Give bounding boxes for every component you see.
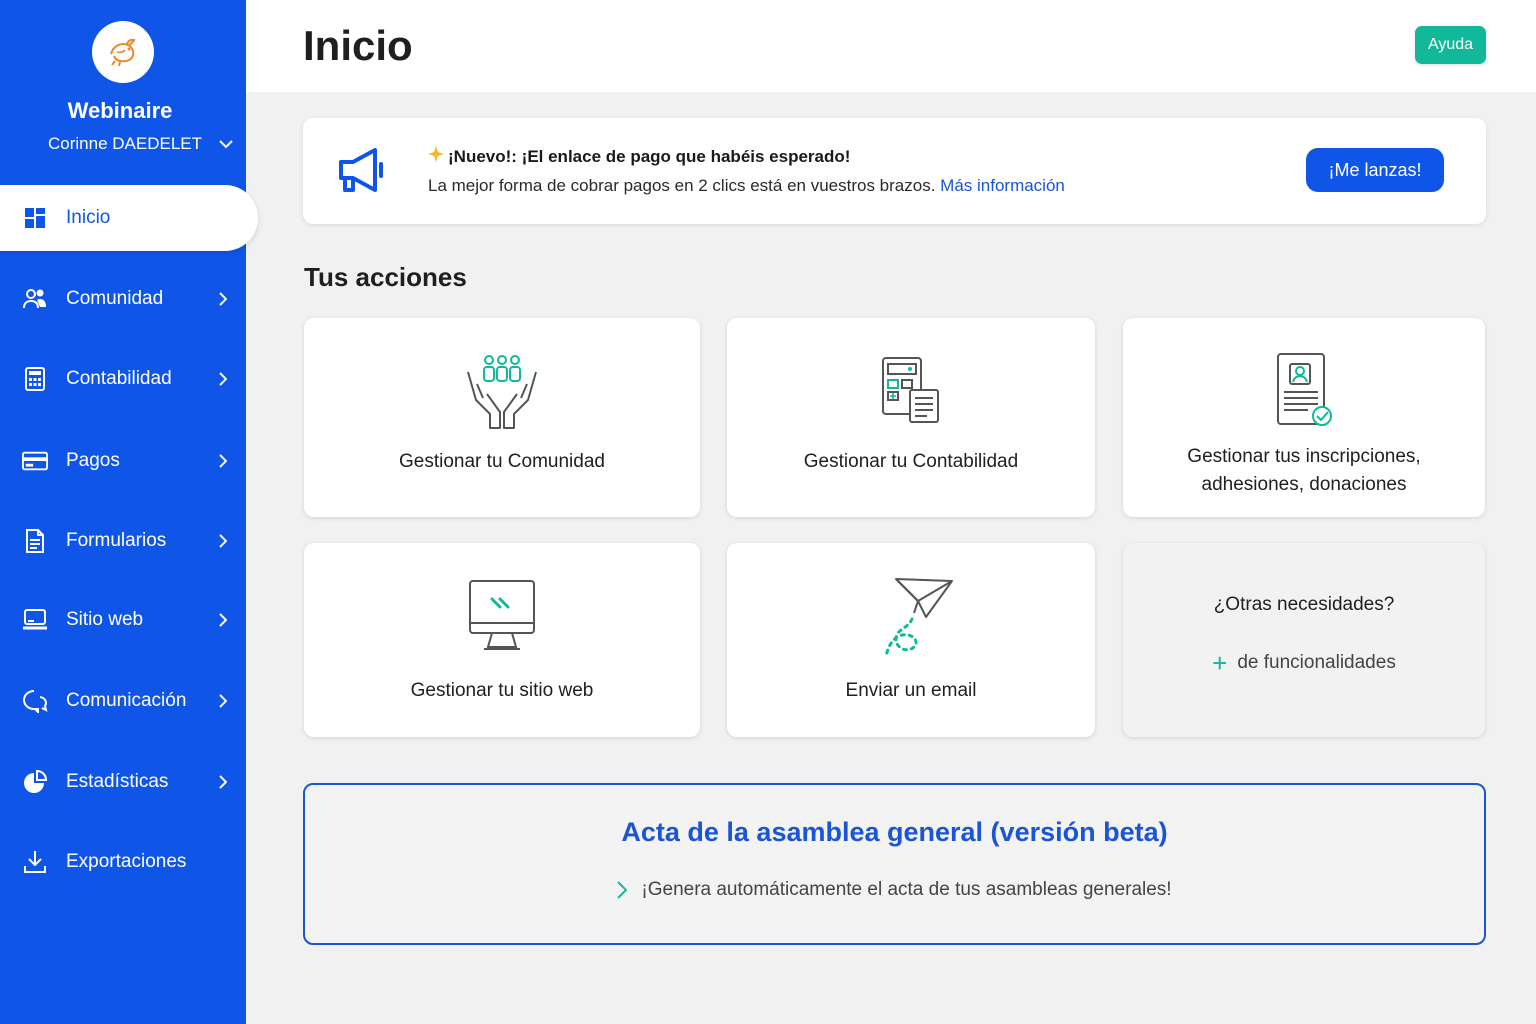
- dashboard-icon: [22, 205, 48, 231]
- chevron-right-icon: [214, 534, 232, 548]
- registration-doc-icon: [1123, 352, 1485, 430]
- announcement-title-text: ¡Nuevo!: ¡El enlace de pago que habéis e…: [448, 146, 851, 166]
- card-label: Enviar un email: [845, 680, 977, 701]
- card-manage-registrations[interactable]: Gestionar tus inscripciones, adhesiones,…: [1123, 318, 1485, 517]
- card-other-needs[interactable]: ¿Otras necesidades? + de funcionalidades: [1123, 543, 1485, 737]
- download-icon: [22, 849, 48, 875]
- sidebar-item-label: Exportaciones: [66, 851, 187, 872]
- sidebar-item-estadisticas[interactable]: Estadísticas: [0, 749, 246, 815]
- help-button[interactable]: Ayuda: [1415, 26, 1486, 64]
- sidebar-item-label: Pagos: [66, 450, 120, 471]
- card-manage-accounting[interactable]: Gestionar tu Contabilidad: [727, 318, 1095, 517]
- chevron-down-icon[interactable]: [214, 132, 238, 156]
- pie-chart-icon: [22, 769, 48, 795]
- page-header: Inicio Ayuda: [246, 0, 1536, 92]
- sidebar-item-inicio[interactable]: Inicio: [0, 185, 258, 251]
- card-label: Gestionar tu Contabilidad: [803, 451, 1019, 472]
- sidebar-item-sitio-web[interactable]: Sitio web: [0, 587, 246, 653]
- calculator-icon: [22, 366, 48, 392]
- user-selector[interactable]: Corinne DAEDELET: [48, 132, 238, 156]
- plus-icon: +: [1212, 648, 1228, 678]
- people-icon: [22, 286, 48, 312]
- accounting-icon: [727, 356, 1095, 424]
- sparkle-icon: [428, 146, 444, 167]
- sidebar-item-label: Sitio web: [66, 609, 144, 630]
- assembly-minutes-box[interactable]: Acta de la asamblea general (versión bet…: [303, 783, 1486, 945]
- sidebar-item-formularios[interactable]: Formularios: [0, 508, 246, 574]
- chevron-right-icon: [617, 881, 628, 899]
- chevron-right-icon: [214, 775, 232, 789]
- sidebar-item-label: Estadísticas: [66, 771, 169, 792]
- more-info-link[interactable]: Más información: [940, 176, 1065, 195]
- bird-logo-icon: [110, 38, 136, 67]
- sidebar-item-contabilidad[interactable]: Contabilidad: [0, 346, 246, 412]
- sidebar-item-label: Contabilidad: [66, 368, 172, 389]
- user-name: Corinne DAEDELET: [48, 134, 203, 153]
- chevron-right-icon: [214, 292, 232, 306]
- hands-community-icon: [304, 354, 700, 430]
- more-features-label: de funcionalidades: [1237, 652, 1396, 673]
- card-send-email[interactable]: Enviar un email: [727, 543, 1095, 737]
- launch-button[interactable]: ¡Me lanzas!: [1306, 148, 1444, 192]
- card-manage-website[interactable]: Gestionar tu sitio web: [304, 543, 700, 737]
- sidebar-item-label: Comunidad: [66, 288, 164, 309]
- card-label: Gestionar tus inscripciones, adhesiones,…: [1187, 446, 1421, 495]
- sidebar: Webinaire Corinne DAEDELET Inicio Comuni…: [0, 0, 258, 1024]
- chevron-right-icon: [214, 372, 232, 386]
- assembly-minutes-desc: ¡Genera automáticamente el acta de tus a…: [305, 879, 1484, 901]
- page-title: Inicio: [303, 22, 413, 69]
- other-needs-title: ¿Otras necesidades?: [1213, 594, 1395, 615]
- chevron-right-icon: [214, 694, 232, 708]
- announcement-text: La mejor forma de cobrar pagos en 2 clic…: [428, 176, 1065, 196]
- paper-plane-icon: [727, 575, 1095, 661]
- announcement-title: ¡Nuevo!: ¡El enlace de pago que habéis e…: [428, 146, 850, 167]
- sidebar-item-exportaciones[interactable]: Exportaciones: [0, 829, 246, 895]
- actions-section-title: Tus acciones: [304, 262, 467, 292]
- sidebar-item-label: Formularios: [66, 530, 167, 551]
- card-label: Gestionar tu sitio web: [410, 680, 594, 701]
- assembly-minutes-text: ¡Genera automáticamente el acta de tus a…: [641, 879, 1172, 900]
- sidebar-item-label: Comunicación: [66, 690, 187, 711]
- megaphone-icon: [335, 142, 391, 203]
- laptop-icon: [22, 607, 48, 633]
- chat-icon: [22, 688, 48, 714]
- chevron-right-icon: [214, 454, 232, 468]
- monitor-icon: [304, 579, 700, 655]
- assembly-minutes-title: Acta de la asamblea general (versión bet…: [621, 817, 1168, 847]
- sidebar-item-comunidad[interactable]: Comunidad: [0, 266, 246, 332]
- announcement-body: La mejor forma de cobrar pagos en 2 clic…: [428, 176, 936, 195]
- organization-logo[interactable]: [92, 21, 154, 83]
- sidebar-item-pagos[interactable]: Pagos: [0, 428, 246, 494]
- card-label: Gestionar tu Comunidad: [399, 451, 605, 472]
- announcement-banner: ¡Nuevo!: ¡El enlace de pago que habéis e…: [303, 118, 1486, 224]
- sidebar-item-label: Inicio: [66, 207, 111, 228]
- card-manage-community[interactable]: Gestionar tu Comunidad: [304, 318, 700, 517]
- sidebar-item-comunicacion[interactable]: Comunicación: [0, 668, 246, 734]
- document-icon: [22, 528, 48, 554]
- organization-name: Webinaire: [67, 98, 173, 123]
- credit-card-icon: [22, 448, 48, 474]
- chevron-right-icon: [214, 613, 232, 627]
- more-features-link[interactable]: + de funcionalidades: [1123, 648, 1485, 678]
